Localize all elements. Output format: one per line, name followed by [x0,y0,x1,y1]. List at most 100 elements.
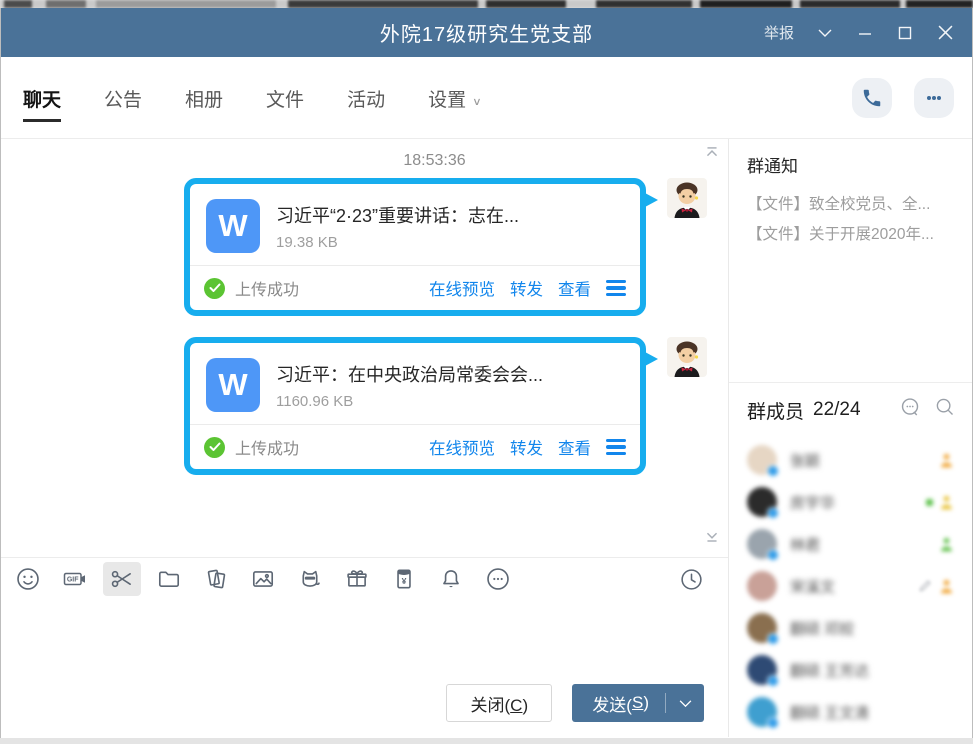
bubble-tail [645,193,658,207]
member-avatar [747,529,777,559]
member-name: 宋溪文 [790,576,835,597]
upload-success-icon [204,278,225,299]
member-row[interactable]: 宋溪文 [747,565,960,607]
upload-status: 上传成功 [235,435,299,459]
more-options-button[interactable] [914,78,954,118]
minimize-button[interactable] [848,8,882,57]
tab-files[interactable]: 文件 [266,61,304,134]
voice-call-button[interactable] [852,78,892,118]
edit-pencil-icon [917,578,933,594]
scroll-to-top-icon[interactable] [702,142,722,167]
word-file-icon: W [206,358,260,412]
forward-link[interactable]: 转发 [510,276,543,300]
chat-message-area[interactable]: 18:53:36 W 习近平“2·23”重要讲话：志在... 19.38 KB [1,139,728,558]
member-name: 张颖 [790,450,820,471]
tab-settings-label: 设置 [428,90,466,111]
close-button[interactable] [928,8,962,57]
gif-icon[interactable]: GIF [62,566,88,592]
member-row[interactable]: 房宇华 [747,481,960,523]
member-row[interactable]: 翻硕 王文清 [747,691,960,733]
send-options-chevron-icon[interactable] [666,684,704,722]
desktop-background-strip [0,738,973,744]
member-avatar [747,655,777,685]
maximize-button[interactable] [888,8,922,57]
group-members-section: 群成员 22/24 [729,383,972,737]
view-link[interactable]: 查看 [558,276,591,300]
tab-activities[interactable]: 活动 [347,61,385,134]
member-avatar [747,697,777,727]
svg-text:¥: ¥ [402,576,407,586]
send-button[interactable]: 发送(S) [572,684,704,722]
bubble-tail [645,352,658,366]
red-packet-icon[interactable]: ¥ [391,566,417,592]
forward-link[interactable]: 转发 [510,435,543,459]
close-button-composer[interactable]: 关闭(C) [446,684,552,722]
chat-history-files-icon[interactable] [203,566,229,592]
screen: 外院17级研究生党支部 举报 聊天 公告 相册 [0,0,973,744]
file-menu-icon[interactable] [606,439,626,455]
tab-album[interactable]: 相册 [185,61,223,134]
member-row[interactable]: 张颖 [747,439,960,481]
group-notice-title: 群通知 [747,152,960,177]
message-timestamp: 18:53:36 [71,152,728,170]
screenshot-scissors-icon[interactable] [103,562,141,596]
tabbar: 聊天 公告 相册 文件 活动 设置 ∨ [1,57,972,139]
message-row: W 习近平：在中央政治局常委会会... 1160.96 KB [1,337,728,475]
file-folder-icon[interactable] [156,566,182,592]
member-row[interactable]: 翻硕 王芳达 [747,649,960,691]
member-row[interactable]: 林君 [747,523,960,565]
members-count: 22/24 [813,399,861,421]
message-history-clock-icon[interactable] [678,566,704,592]
member-list: 张颖 房宇华 林君 [747,439,960,733]
titlebar-chevron-down-icon[interactable] [808,8,842,57]
file-menu-icon[interactable] [606,280,626,296]
member-avatar [747,487,777,517]
members-title: 群成员 [747,397,804,424]
member-avatar [747,445,777,475]
mobile-status-icon [939,452,954,469]
view-link[interactable]: 查看 [558,435,591,459]
file-name: 习近平：在中央政治局常委会会... [276,358,543,387]
search-member-icon[interactable] [934,396,956,424]
tab-settings[interactable]: 设置 ∨ [428,61,482,134]
sender-avatar[interactable] [667,178,707,218]
online-preview-link[interactable]: 在线预览 [429,276,495,300]
message-row: W 习近平“2·23”重要讲话：志在... 19.38 KB [1,178,728,316]
file-size: 1160.96 KB [276,393,543,410]
notification-bell-icon[interactable] [438,566,464,592]
member-name: 翻硕 王芳达 [790,660,869,681]
group-notice-section: 群通知 【文件】致全校党员、全... 【文件】关于开展2020年... [729,139,972,383]
anonymous-chat-icon[interactable] [899,396,922,424]
more-tools-icon[interactable] [485,566,511,592]
group-chat-window: 外院17级研究生党支部 举报 聊天 公告 相册 [0,8,973,738]
tab-chat[interactable]: 聊天 [23,61,61,134]
member-avatar [747,571,777,601]
sender-avatar[interactable] [667,337,707,377]
notice-item[interactable]: 【文件】关于开展2020年... [747,220,960,250]
message-input[interactable] [1,600,728,681]
gift-icon[interactable] [344,566,370,592]
upload-success-icon [204,437,225,458]
tab-announcements[interactable]: 公告 [104,61,142,134]
ellipsis-icon [922,86,946,110]
emoji-icon[interactable] [15,566,41,592]
file-message-card[interactable]: W 习近平：在中央政治局常委会会... 1160.96 KB [184,337,646,475]
chevron-down-icon: ∨ [472,96,482,109]
file-message-card[interactable]: W 习近平“2·23”重要讲话：志在... 19.38 KB [184,178,646,316]
member-row[interactable]: 翻硕 邓姣 [747,607,960,649]
online-preview-link[interactable]: 在线预览 [429,435,495,459]
titlebar[interactable]: 外院17级研究生党支部 举报 [1,8,972,57]
mobile-status-icon [939,578,954,595]
meme-cat-icon[interactable] [297,566,323,592]
scroll-to-bottom-icon[interactable] [702,526,722,551]
member-name: 翻硕 邓姣 [790,618,854,639]
member-name: 房宇华 [790,492,835,513]
composer-toolbar: GIF [1,558,728,600]
mobile-status-icon [939,536,954,553]
notice-item[interactable]: 【文件】致全校党员、全... [747,190,960,220]
member-name: 翻硕 王文清 [790,702,869,723]
upload-status: 上传成功 [235,276,299,300]
report-link[interactable]: 举报 [764,22,794,43]
image-icon[interactable] [250,566,276,592]
member-name: 林君 [790,534,820,555]
